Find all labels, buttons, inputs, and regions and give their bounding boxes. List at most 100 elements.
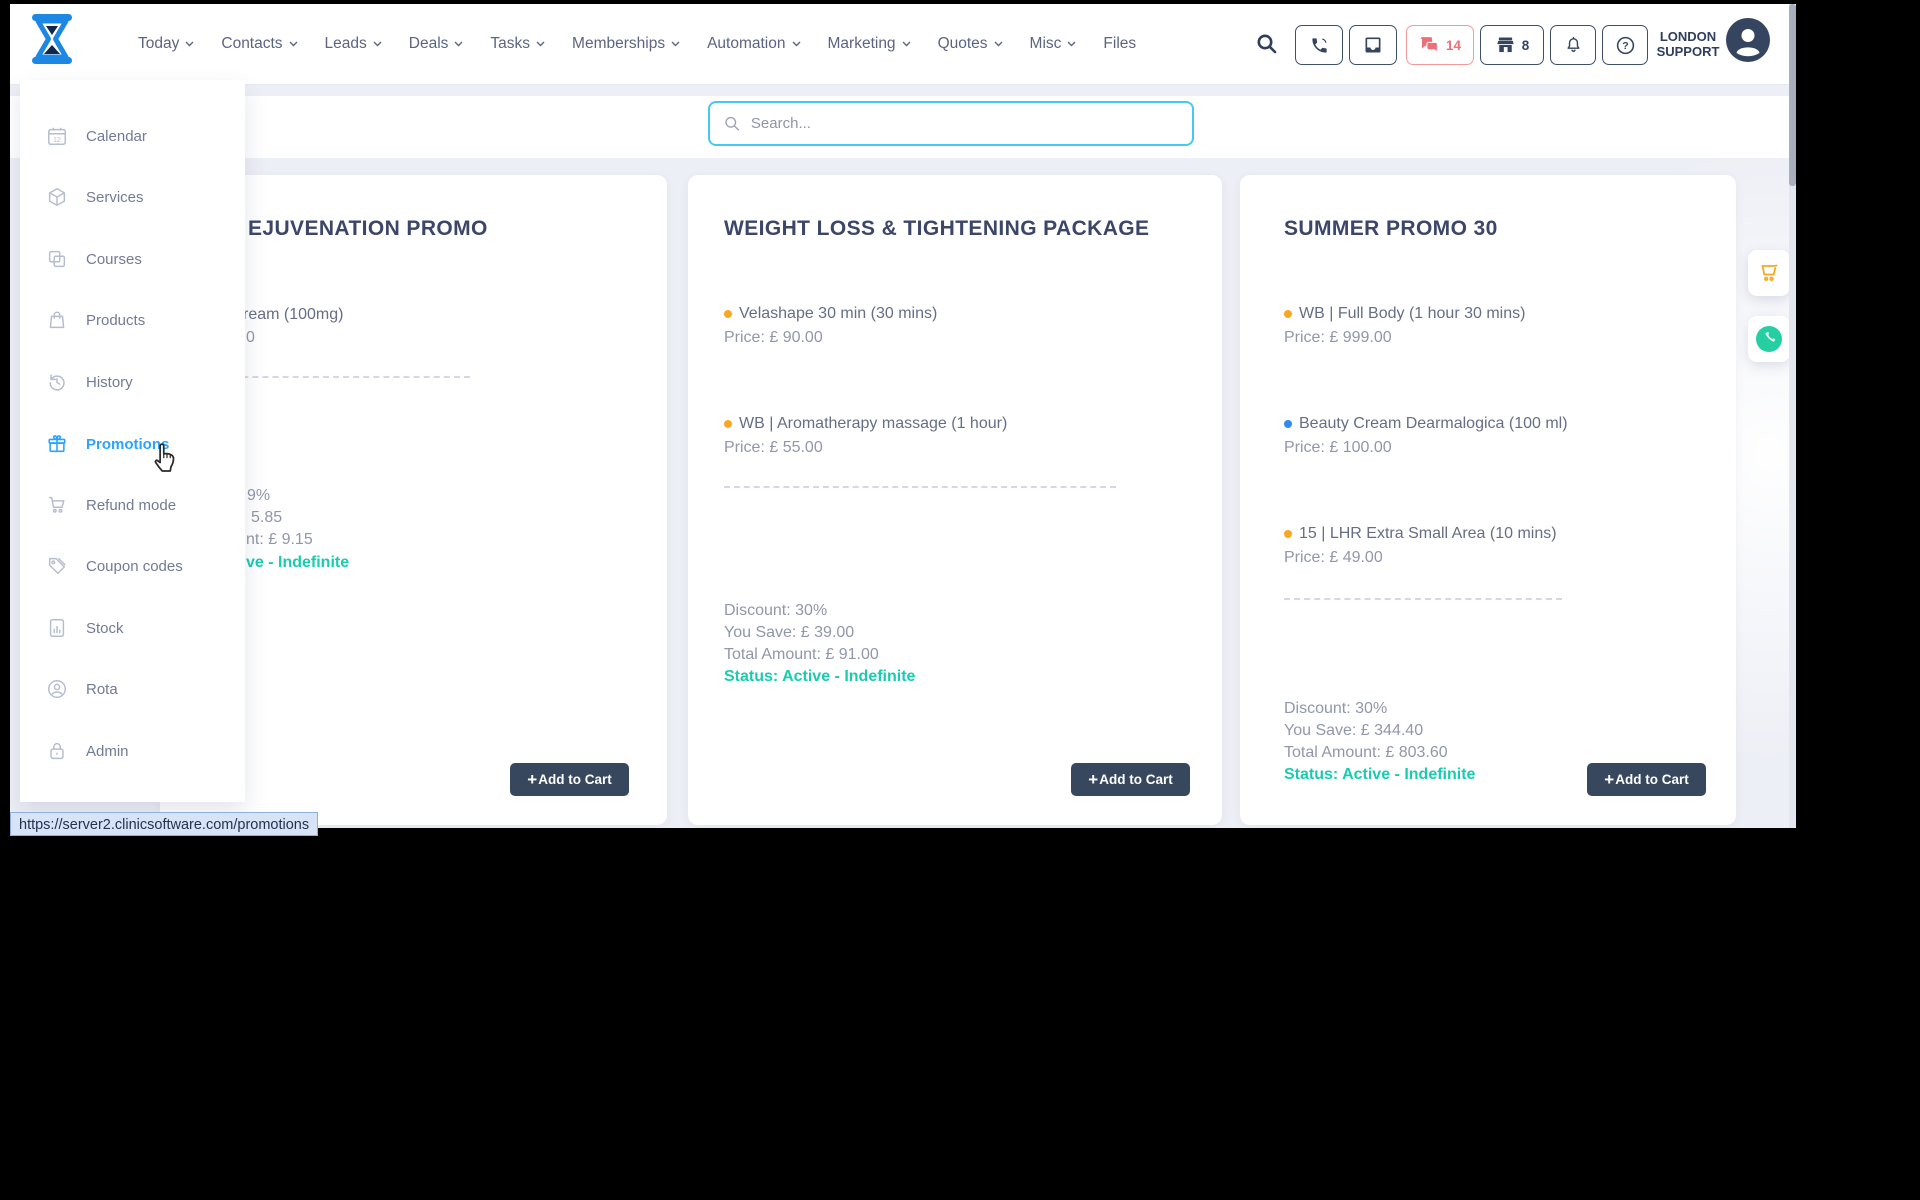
- dashed-divider: [1284, 598, 1562, 600]
- card-item-price: Price: £ 49.00: [1284, 549, 1383, 566]
- basket-count: 8: [1521, 37, 1530, 53]
- basket-button[interactable]: 8: [1480, 25, 1544, 65]
- nav-contacts[interactable]: Contacts: [221, 35, 298, 53]
- bullet-icon: [1284, 530, 1292, 538]
- sidebar-menu: 12 Calendar Services Courses Products Hi…: [20, 80, 245, 802]
- services-cube-icon: [48, 188, 66, 206]
- bell-icon: [1566, 36, 1580, 52]
- card-item-price: Price: £ 90.00: [724, 329, 823, 346]
- sidebar-item-products[interactable]: Products: [20, 305, 245, 335]
- card-status: Status: Active - Indefinite: [724, 668, 916, 685]
- nav-quotes[interactable]: Quotes: [938, 35, 1003, 53]
- chevron-down-icon: [289, 41, 298, 47]
- card-total: Total Amount: £ 803.60: [1284, 744, 1448, 761]
- bullet-icon: [724, 420, 732, 428]
- card-you-save: You Save: £ 39.00: [724, 624, 855, 641]
- card-item-price: Price: £ 999.00: [1284, 329, 1392, 346]
- sidebar-item-services[interactable]: Services: [20, 182, 245, 212]
- hand-cursor-icon: [154, 443, 175, 472]
- sidebar-item-refund-mode[interactable]: Refund mode: [20, 490, 245, 520]
- search-icon: [725, 116, 740, 131]
- chevron-down-icon: [454, 41, 463, 47]
- bullet-icon: [1284, 310, 1292, 318]
- card-item: WB | Full Body (1 hour 30 mins): [1284, 305, 1525, 323]
- nav-files[interactable]: Files: [1103, 35, 1136, 53]
- rota-person-icon: [48, 680, 66, 698]
- clinicsoftware-logo: [32, 14, 72, 64]
- courses-icon: [48, 250, 66, 268]
- nav-tasks[interactable]: Tasks: [490, 35, 545, 53]
- floating-cart-button[interactable]: [1748, 250, 1790, 296]
- nav-marketing[interactable]: Marketing: [828, 35, 911, 53]
- card-item-price-fragment: 0: [246, 329, 255, 346]
- card-title-fragment: EJUVENATION PROMO: [248, 217, 488, 240]
- card-status-fragment: ve - Indefinite: [246, 554, 350, 571]
- stock-chart-icon: [49, 619, 65, 637]
- sidebar-item-stock[interactable]: Stock: [20, 613, 245, 643]
- card-title: WEIGHT LOSS & TIGHTENING PACKAGE: [724, 217, 1150, 240]
- messages-button[interactable]: 14: [1406, 25, 1474, 65]
- chevron-down-icon: [792, 41, 800, 47]
- bullet-icon: [724, 310, 732, 318]
- help-button[interactable]: ?: [1602, 25, 1648, 65]
- nav-deals[interactable]: Deals: [409, 35, 464, 53]
- avatar[interactable]: [1726, 18, 1770, 62]
- phone-button[interactable]: [1295, 25, 1343, 65]
- nav-misc[interactable]: Misc: [1030, 35, 1077, 53]
- chevron-down-icon: [373, 41, 382, 47]
- help-icon: ?: [1616, 36, 1634, 54]
- svg-text:12: 12: [53, 137, 61, 144]
- sidebar-item-admin[interactable]: Admin: [20, 736, 245, 766]
- sidebar-item-history[interactable]: History: [20, 367, 245, 397]
- promotions-gift-icon: [48, 435, 66, 453]
- plus-icon: +: [1088, 770, 1099, 789]
- chevron-down-icon: [185, 41, 194, 47]
- card-item: Velashape 30 min (30 mins): [724, 305, 937, 323]
- inbox-button[interactable]: [1349, 25, 1397, 65]
- cart-icon: [1761, 264, 1778, 281]
- add-to-cart-button[interactable]: + Add to Cart: [510, 763, 629, 796]
- chat-bubbles-icon: [1420, 37, 1438, 54]
- bullet-icon: [1284, 420, 1292, 428]
- floating-whatsapp-button[interactable]: [1748, 316, 1790, 362]
- notifications-button[interactable]: [1550, 25, 1596, 65]
- scrollbar-thumb[interactable]: [1789, 4, 1796, 186]
- card-item: 15 | LHR Extra Small Area (10 mins): [1284, 525, 1557, 543]
- refund-cart-icon: [48, 496, 65, 513]
- sidebar-item-coupon-codes[interactable]: Coupon codes: [20, 551, 245, 581]
- add-to-cart-button[interactable]: + Add to Cart: [1587, 763, 1706, 796]
- sidebar-item-rota[interactable]: Rota: [20, 674, 245, 704]
- admin-lock-icon: [50, 743, 64, 760]
- sidebar-item-promotions[interactable]: Promotions: [20, 429, 245, 459]
- card-you-save: You Save: £ 344.40: [1284, 722, 1424, 739]
- sidebar-item-calendar[interactable]: 12 Calendar: [20, 121, 245, 151]
- app-window: EJUVENATION PROMO ream (100mg) 0 9% 5.85…: [10, 4, 1796, 828]
- card-item-name-fragment: ream (100mg): [243, 306, 344, 323]
- svg-text:?: ?: [1622, 40, 1628, 52]
- nav-leads[interactable]: Leads: [325, 35, 382, 53]
- card-item-price: Price: £ 55.00: [724, 439, 823, 456]
- card-status: Status: Active - Indefinite: [1284, 766, 1476, 783]
- sidebar-item-courses[interactable]: Courses: [20, 244, 245, 274]
- history-clock-icon: [49, 374, 65, 391]
- card-discount: Discount: 30%: [724, 602, 828, 619]
- main-nav: Today Contacts Leads Deals Tasks Members…: [138, 4, 1136, 84]
- phone-icon: [1311, 37, 1327, 53]
- nav-memberships[interactable]: Memberships: [572, 35, 680, 53]
- store-icon: [1497, 37, 1514, 53]
- nav-automation[interactable]: Automation: [707, 35, 800, 53]
- card-title: SUMMER PROMO 30: [1284, 217, 1498, 240]
- add-to-cart-button[interactable]: + Add to Cart: [1071, 763, 1190, 796]
- search-icon[interactable]: [1255, 32, 1279, 56]
- chevron-down-icon: [902, 41, 911, 47]
- messages-count: 14: [1445, 37, 1462, 53]
- coupon-tag-icon: [48, 557, 66, 575]
- search-input-container[interactable]: [708, 101, 1194, 146]
- chevron-down-icon: [994, 41, 1003, 47]
- card-you-save-fragment: 5.85: [251, 509, 283, 526]
- person-icon: [1736, 29, 1760, 57]
- nav-today[interactable]: Today: [138, 35, 194, 53]
- products-bag-icon: [49, 311, 65, 329]
- search-input[interactable]: [748, 114, 1178, 133]
- card-total-fragment: nt: £ 9.15: [246, 531, 313, 548]
